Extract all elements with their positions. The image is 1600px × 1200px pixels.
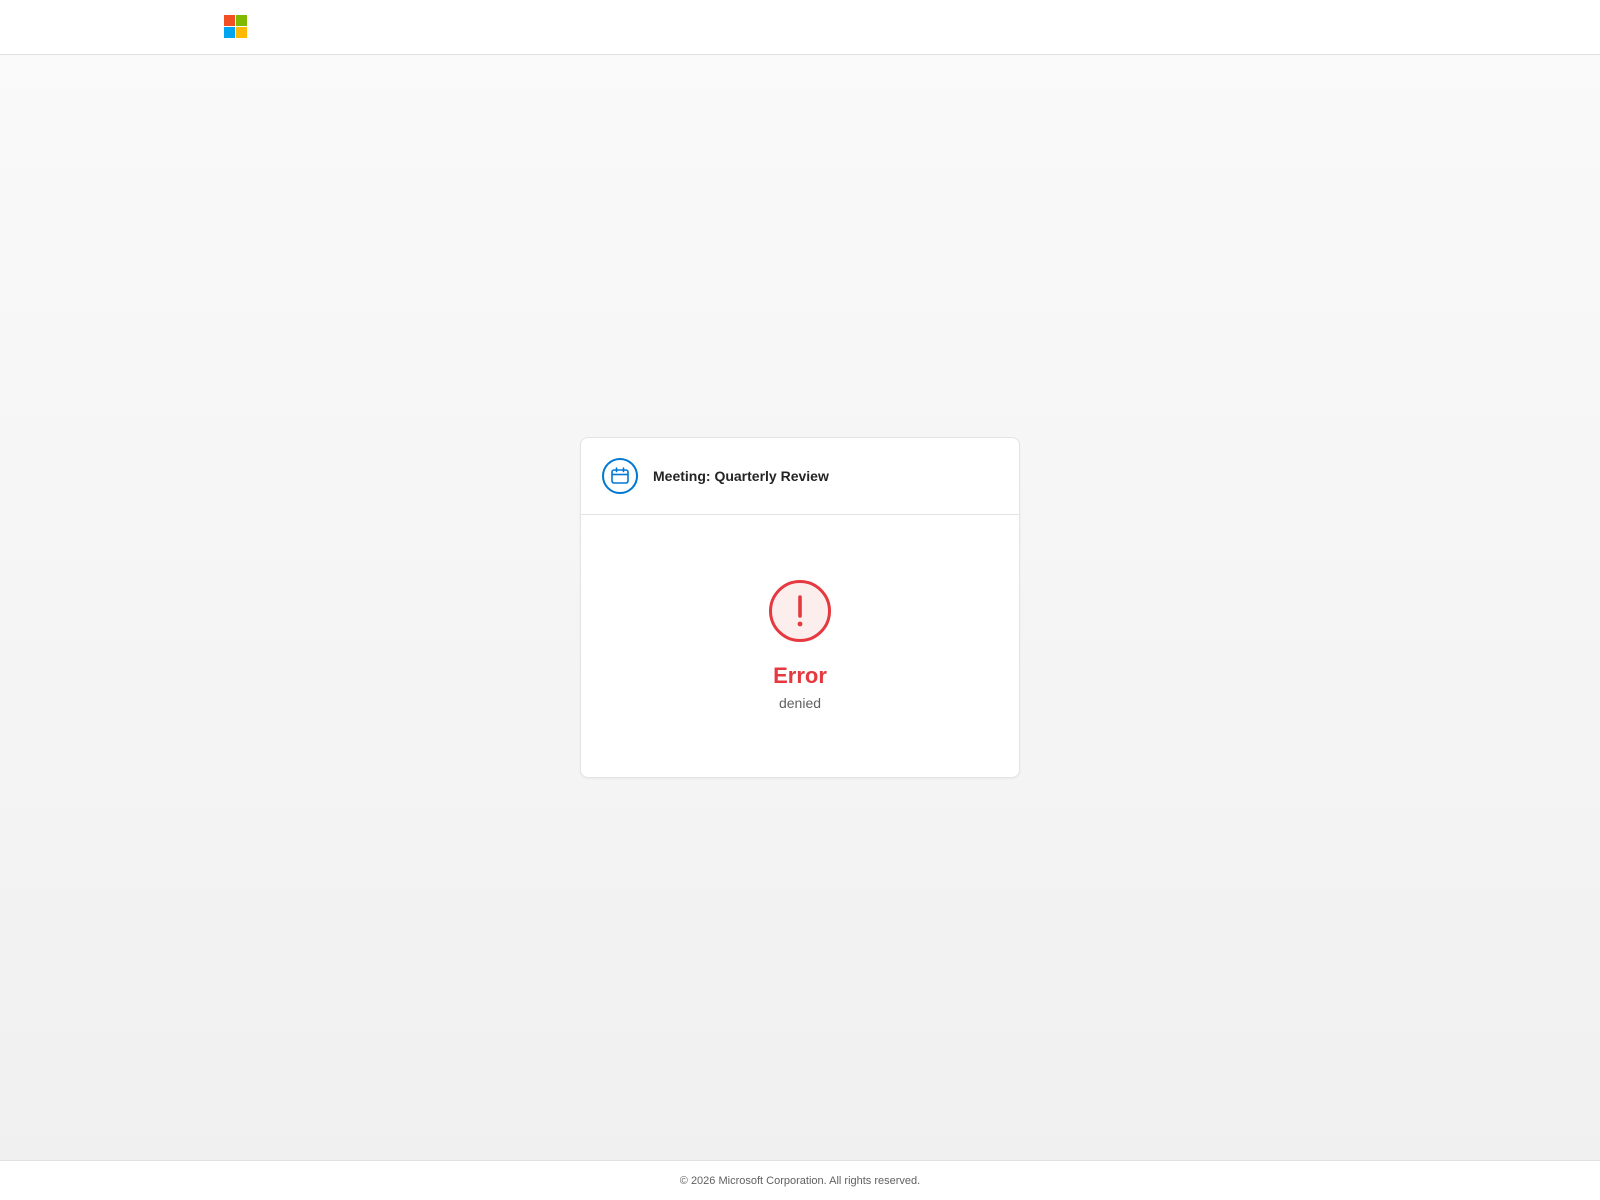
exclamation-icon-glyph [797,595,803,627]
logo-red-square [224,15,235,26]
microsoft-logo-icon[interactable] [224,15,248,39]
copyright-text: © 2026 Microsoft Corporation. All rights… [679,1174,921,1187]
logo-green-square [236,15,247,26]
logo-blue-square [224,27,235,38]
error-title: Error [773,663,827,688]
top-bar [0,0,1600,55]
card-header: Meeting: Quarterly Review [581,438,1019,515]
error-message: denied [778,695,822,711]
logo-yellow-square [236,27,247,38]
calendar-icon-glyph [611,467,629,484]
meeting-title: Meeting: Quarterly Review [653,468,829,484]
card-body: Error denied [581,515,1019,712]
exclamation-icon [769,580,831,642]
calendar-icon [602,458,638,494]
footer: © 2026 Microsoft Corporation. All rights… [0,1160,1600,1200]
meeting-error-card: Meeting: Quarterly Review Error denied [580,437,1020,778]
